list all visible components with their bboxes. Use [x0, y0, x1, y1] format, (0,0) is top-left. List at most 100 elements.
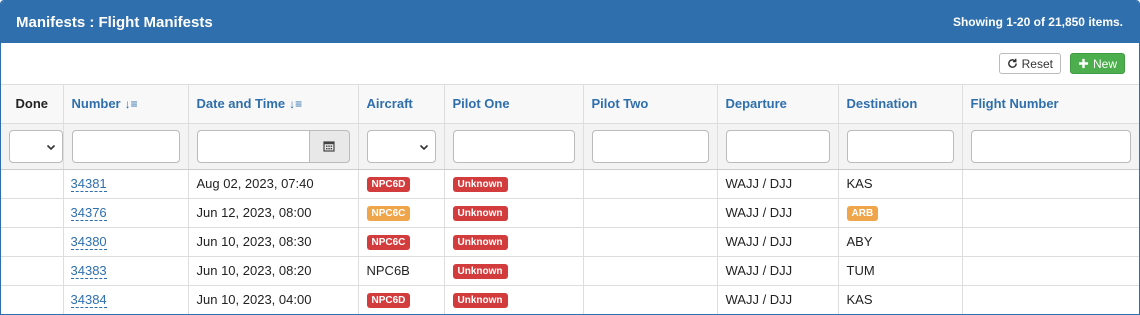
col-pilot-two[interactable]: Pilot Two [583, 85, 718, 124]
cell-datetime: Aug 02, 2023, 07:40 [188, 169, 359, 199]
cell-number: 34380 [63, 227, 189, 257]
cell-departure: WAJJ / DJJ [717, 227, 839, 257]
cell-datetime: Jun 12, 2023, 08:00 [188, 198, 359, 228]
aircraft-badge: NPC6D [366, 293, 411, 308]
cell-destination: ABY [838, 227, 963, 257]
col-number[interactable]: Number ↓≡ [63, 85, 189, 124]
cell-destination: TUM [838, 256, 963, 286]
chevron-down-icon [46, 144, 55, 150]
cell-datetime: Jun 10, 2023, 04:00 [188, 285, 359, 314]
departure-filter-input[interactable] [725, 129, 830, 163]
header-row: Done Number ↓≡ Date and Time ↓≡ Aircraft P… [1, 85, 1139, 124]
table-row: 34384 Jun 10, 2023, 04:00 NPC6D Unknown WAJJ… [1, 285, 1139, 314]
done-filter-select[interactable] [9, 129, 63, 163]
cell-departure: WAJJ / DJJ [717, 256, 839, 286]
aircraft-badge: NPC6C [366, 235, 411, 250]
cell-destination: ARB [838, 198, 963, 228]
cell-datetime: Jun 10, 2023, 08:30 [188, 227, 359, 257]
cell-flight-number [962, 169, 1139, 199]
cell-departure: WAJJ / DJJ [717, 169, 839, 199]
cell-aircraft: NPC6C [358, 227, 445, 257]
cell-done [1, 169, 64, 199]
reset-button[interactable]: Reset [998, 53, 1061, 74]
aircraft-filter-select[interactable] [366, 129, 436, 163]
panel-header: Manifests : Flight Manifests Showing 1-2… [1, 1, 1139, 43]
calendar-icon [323, 141, 335, 152]
cell-departure: WAJJ / DJJ [717, 285, 839, 314]
calendar-button[interactable] [309, 129, 350, 163]
destination-filter-input[interactable] [846, 129, 954, 163]
destination-text: KAS [846, 292, 873, 307]
destination-text: TUM [846, 263, 875, 278]
cell-done [1, 256, 64, 286]
manifest-number-link[interactable]: 34384 [70, 292, 107, 308]
pagination-summary: Showing 1-20 of 21,850 items. [952, 15, 1123, 29]
table-row: 34383 Jun 10, 2023, 08:20 NPC6B Unknown WAJJ… [1, 256, 1139, 286]
cell-pilot-one: Unknown [444, 285, 584, 314]
pilot-one-badge: Unknown [452, 206, 508, 221]
manifests-table: Done Number ↓≡ Date and Time ↓≡ Aircraft P… [1, 85, 1139, 314]
aircraft-badge: NPC6C [366, 206, 411, 221]
datetime-filter [196, 129, 350, 163]
col-destination[interactable]: Destination [838, 85, 963, 124]
manifest-number-link[interactable]: 34380 [70, 234, 107, 250]
col-departure[interactable]: Departure [717, 85, 839, 124]
cell-pilot-one: Unknown [444, 169, 584, 199]
pilot-two-filter-input[interactable] [591, 129, 709, 163]
cell-number: 34381 [63, 169, 189, 199]
col-aircraft[interactable]: Aircraft [358, 85, 445, 124]
chevron-down-icon [419, 144, 428, 150]
pilot-one-badge: Unknown [452, 177, 508, 192]
toolbar: Reset New [1, 43, 1139, 85]
new-label: New [1092, 56, 1117, 71]
page-title: Manifests : Flight Manifests [16, 13, 213, 31]
cell-destination: KAS [838, 285, 963, 314]
number-filter-input[interactable] [71, 129, 180, 163]
aircraft-text: NPC6B [366, 263, 410, 278]
table-row: 34381 Aug 02, 2023, 07:40 NPC6D Unknown WAJJ… [1, 169, 1139, 199]
pilot-one-badge: Unknown [452, 264, 508, 279]
cell-flight-number [962, 227, 1139, 257]
flight-number-filter-input[interactable] [970, 129, 1131, 163]
new-button[interactable]: New [1069, 53, 1125, 74]
cell-flight-number [962, 285, 1139, 314]
cell-pilot-one: Unknown [444, 227, 584, 257]
col-datetime[interactable]: Date and Time ↓≡ [188, 85, 359, 124]
cell-done [1, 285, 64, 314]
col-pilot-one[interactable]: Pilot One [444, 85, 584, 124]
plus-icon [1078, 58, 1089, 69]
reset-label: Reset [1021, 56, 1053, 71]
cell-aircraft: NPC6C [358, 198, 445, 228]
cell-departure: WAJJ / DJJ [717, 198, 839, 228]
cell-aircraft: NPC6B [358, 256, 445, 286]
cell-pilot-one: Unknown [444, 198, 584, 228]
cell-flight-number [962, 198, 1139, 228]
datetime-filter-input[interactable] [196, 129, 310, 163]
cell-pilot-two [583, 256, 718, 286]
cell-number: 34384 [63, 285, 189, 314]
manifests-panel: Manifests : Flight Manifests Showing 1-2… [0, 0, 1140, 315]
cell-aircraft: NPC6D [358, 169, 445, 199]
cell-pilot-two [583, 198, 718, 228]
cell-pilot-two [583, 285, 718, 314]
pilot-one-badge: Unknown [452, 293, 508, 308]
cell-destination: KAS [838, 169, 963, 199]
sort-desc-icon: ↓≡ [289, 97, 303, 112]
pilot-one-filter-input[interactable] [452, 129, 575, 163]
manifest-number-link[interactable]: 34383 [70, 263, 107, 279]
cell-flight-number [962, 256, 1139, 286]
pilot-one-badge: Unknown [452, 235, 508, 250]
cell-aircraft: NPC6D [358, 285, 445, 314]
table-row: 34376 Jun 12, 2023, 08:00 NPC6C Unknown WAJJ… [1, 198, 1139, 228]
table-row: 34380 Jun 10, 2023, 08:30 NPC6C Unknown WAJJ… [1, 227, 1139, 257]
aircraft-badge: NPC6D [366, 177, 411, 192]
sort-desc-icon: ↓≡ [124, 97, 138, 112]
manifest-number-link[interactable]: 34381 [70, 176, 107, 192]
filter-row [1, 123, 1139, 170]
cell-done [1, 198, 64, 228]
cell-done [1, 227, 64, 257]
destination-text: KAS [846, 176, 873, 191]
manifest-number-link[interactable]: 34376 [70, 205, 107, 221]
cell-datetime: Jun 10, 2023, 08:20 [188, 256, 359, 286]
col-flight-number[interactable]: Flight Number [962, 85, 1139, 124]
